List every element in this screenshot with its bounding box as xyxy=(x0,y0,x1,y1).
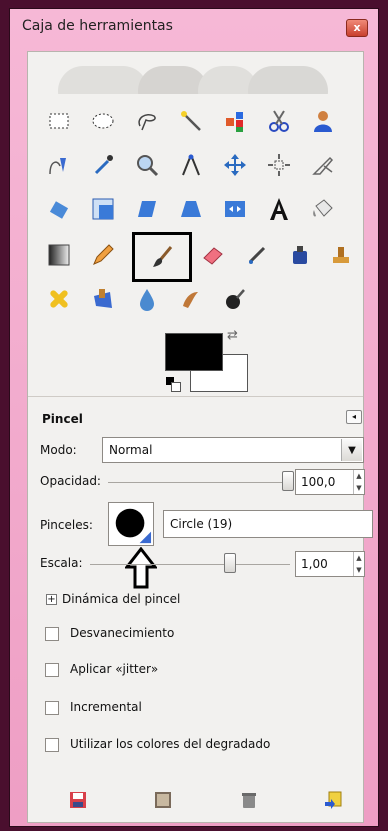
dodge-burn-icon[interactable] xyxy=(218,282,252,316)
move-icon[interactable] xyxy=(218,148,252,182)
restore-options-icon[interactable] xyxy=(153,790,173,810)
scale-icon[interactable] xyxy=(86,192,120,226)
blur-sharpen-icon[interactable] xyxy=(130,282,164,316)
opacity-slider-handle[interactable] xyxy=(282,471,294,491)
toolbox-window: Caja de herramientas x ⇄ Pincel ◂ Modo: … xyxy=(9,8,379,827)
gradient-colors-checkbox[interactable] xyxy=(45,738,59,752)
airbrush-icon[interactable] xyxy=(240,238,274,272)
collapse-options-button[interactable]: ◂ xyxy=(346,410,362,424)
flip-icon[interactable] xyxy=(218,192,252,226)
smudge-icon[interactable] xyxy=(174,282,208,316)
window-title: Caja de herramientas xyxy=(22,18,173,34)
ellipse-select-icon[interactable] xyxy=(86,104,120,138)
expand-icon[interactable]: + xyxy=(46,594,57,605)
opacity-slider-track[interactable] xyxy=(108,482,294,483)
fade-checkbox[interactable] xyxy=(45,627,59,641)
jitter-checkbox[interactable] xyxy=(45,663,59,677)
mode-select[interactable]: Normal ▼ xyxy=(102,437,364,463)
color-picker-icon[interactable] xyxy=(86,148,120,182)
zoom-icon[interactable] xyxy=(130,148,164,182)
crop-icon[interactable] xyxy=(306,148,340,182)
measure-icon[interactable] xyxy=(174,148,208,182)
circle-brush-icon xyxy=(115,508,152,544)
title-bar[interactable]: Caja de herramientas xyxy=(10,9,378,43)
perspective-clone-icon[interactable] xyxy=(86,282,120,316)
blend-icon[interactable] xyxy=(42,238,76,272)
brush-label: Pinceles: xyxy=(40,518,93,532)
fade-label: Desvanecimiento xyxy=(70,626,175,640)
paths-icon[interactable] xyxy=(42,148,76,182)
reset-options-icon[interactable] xyxy=(323,790,343,810)
swap-colors-icon[interactable]: ⇄ xyxy=(227,328,238,343)
color-select-icon[interactable] xyxy=(218,104,252,138)
paintbrush-icon[interactable] xyxy=(132,232,192,282)
rect-select-icon[interactable] xyxy=(42,104,76,138)
close-button[interactable]: x xyxy=(346,19,368,37)
gradient-colors-label: Utilizar los colores del degradado xyxy=(70,737,271,751)
opacity-spin-buttons[interactable]: ▲ ▼ xyxy=(353,470,364,494)
chevron-down-icon[interactable]: ▼ xyxy=(341,439,362,461)
clone-icon[interactable] xyxy=(324,238,358,272)
scale-spin-buttons[interactable]: ▲ ▼ xyxy=(353,552,364,576)
opacity-spinbox[interactable]: 100,0 ▲ ▼ xyxy=(295,469,365,495)
save-options-icon[interactable] xyxy=(68,790,88,810)
ink-icon[interactable] xyxy=(284,238,318,272)
options-divider xyxy=(28,396,363,397)
fuzzy-select-icon[interactable] xyxy=(174,104,208,138)
shear-icon[interactable] xyxy=(130,192,164,226)
rotate-icon[interactable] xyxy=(42,192,76,226)
brush-name-field[interactable]: Circle (19) xyxy=(163,510,373,538)
scissors-select-icon[interactable] xyxy=(262,104,296,138)
scale-slider-track[interactable] xyxy=(90,564,290,565)
free-select-icon[interactable] xyxy=(130,104,164,138)
incremental-label: Incremental xyxy=(70,700,142,714)
text-icon[interactable] xyxy=(262,192,296,226)
scale-label: Escala: xyxy=(40,556,83,570)
scale-slider-handle[interactable] xyxy=(224,553,236,573)
align-icon[interactable] xyxy=(262,148,296,182)
jitter-label: Aplicar «jitter» xyxy=(70,662,159,676)
wilber-decoration xyxy=(58,60,328,94)
heal-icon[interactable] xyxy=(42,282,76,316)
foreground-color-swatch[interactable] xyxy=(165,333,223,371)
foreground-select-icon[interactable] xyxy=(306,104,340,138)
mode-label: Modo: xyxy=(40,443,77,457)
mode-value: Normal xyxy=(109,443,153,457)
toolbox-client: ⇄ Pincel ◂ Modo: Normal ▼ Opacidad: 100,… xyxy=(27,51,373,823)
scale-spinbox[interactable]: 1,00 ▲ ▼ xyxy=(295,551,365,577)
eraser-icon[interactable] xyxy=(196,238,230,272)
pencil-icon[interactable] xyxy=(86,238,120,272)
incremental-checkbox[interactable] xyxy=(45,701,59,715)
brush-preview-button[interactable] xyxy=(108,502,154,546)
dynamics-label[interactable]: Dinámica del pincel xyxy=(62,592,180,606)
options-title: Pincel xyxy=(42,412,83,426)
scale-value: 1,00 xyxy=(301,557,328,571)
delete-options-icon[interactable] xyxy=(239,790,259,810)
annotation-arrow-icon xyxy=(125,547,157,589)
opacity-value: 100,0 xyxy=(301,475,336,489)
default-colors-bg xyxy=(171,382,181,392)
bucket-fill-icon[interactable] xyxy=(306,192,340,226)
opacity-label: Opacidad: xyxy=(40,474,101,488)
brush-name: Circle (19) xyxy=(170,517,233,531)
perspective-icon[interactable] xyxy=(174,192,208,226)
